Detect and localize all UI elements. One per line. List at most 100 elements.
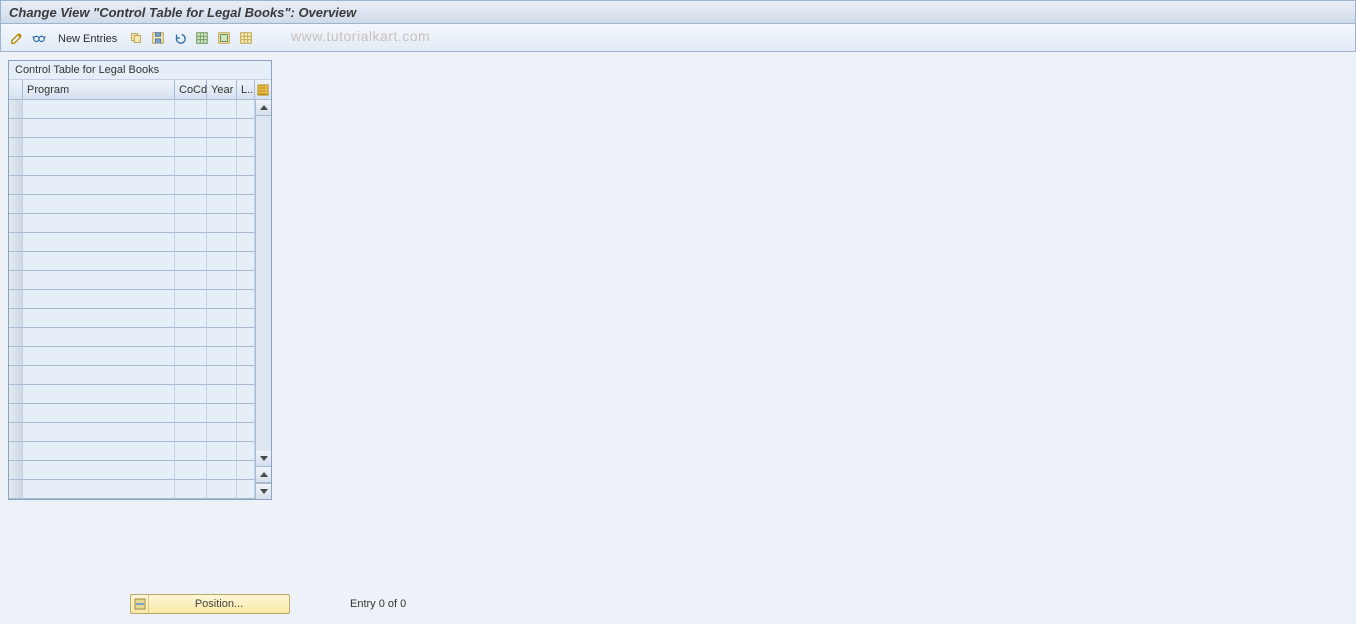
row-selector[interactable]	[9, 100, 23, 119]
cell-year[interactable]	[207, 100, 237, 119]
cell-year[interactable]	[207, 385, 237, 404]
row-selector[interactable]	[9, 423, 23, 442]
select-all-icon[interactable]	[192, 28, 212, 48]
column-header-year[interactable]: Year	[207, 80, 237, 99]
cell-l[interactable]	[237, 138, 255, 157]
cell-program[interactable]	[23, 309, 175, 328]
cell-l[interactable]	[237, 233, 255, 252]
new-entries-button[interactable]: New Entries	[51, 28, 124, 48]
cell-l[interactable]	[237, 271, 255, 290]
cell-l[interactable]	[237, 119, 255, 138]
row-selector[interactable]	[9, 252, 23, 271]
cell-program[interactable]	[23, 271, 175, 290]
cell-year[interactable]	[207, 252, 237, 271]
cell-year[interactable]	[207, 423, 237, 442]
cell-year[interactable]	[207, 138, 237, 157]
cell-l[interactable]	[237, 176, 255, 195]
cell-l[interactable]	[237, 442, 255, 461]
cell-l[interactable]	[237, 385, 255, 404]
cell-l[interactable]	[237, 100, 255, 119]
cell-cocd[interactable]	[175, 290, 207, 309]
cell-l[interactable]	[237, 347, 255, 366]
cell-program[interactable]	[23, 100, 175, 119]
cell-cocd[interactable]	[175, 233, 207, 252]
cell-l[interactable]	[237, 423, 255, 442]
cell-program[interactable]	[23, 423, 175, 442]
cell-program[interactable]	[23, 290, 175, 309]
cell-year[interactable]	[207, 442, 237, 461]
cell-cocd[interactable]	[175, 442, 207, 461]
cell-year[interactable]	[207, 461, 237, 480]
cell-year[interactable]	[207, 195, 237, 214]
cell-program[interactable]	[23, 442, 175, 461]
vertical-scrollbar[interactable]	[255, 100, 271, 499]
cell-program[interactable]	[23, 385, 175, 404]
cell-cocd[interactable]	[175, 214, 207, 233]
cell-program[interactable]	[23, 480, 175, 499]
scroll-down2-icon[interactable]	[256, 483, 271, 499]
cell-program[interactable]	[23, 404, 175, 423]
row-selector[interactable]	[9, 195, 23, 214]
cell-l[interactable]	[237, 366, 255, 385]
cell-year[interactable]	[207, 366, 237, 385]
cell-year[interactable]	[207, 157, 237, 176]
cell-program[interactable]	[23, 233, 175, 252]
row-selector[interactable]	[9, 385, 23, 404]
row-selector[interactable]	[9, 214, 23, 233]
column-header-l[interactable]: L..	[237, 80, 255, 99]
cell-cocd[interactable]	[175, 423, 207, 442]
cell-cocd[interactable]	[175, 480, 207, 499]
save-variant-icon[interactable]	[148, 28, 168, 48]
cell-l[interactable]	[237, 195, 255, 214]
cell-year[interactable]	[207, 480, 237, 499]
cell-cocd[interactable]	[175, 309, 207, 328]
row-selector[interactable]	[9, 328, 23, 347]
row-selector[interactable]	[9, 271, 23, 290]
cell-program[interactable]	[23, 252, 175, 271]
cell-l[interactable]	[237, 290, 255, 309]
cell-year[interactable]	[207, 214, 237, 233]
table-settings-icon[interactable]	[255, 80, 271, 99]
cell-l[interactable]	[237, 328, 255, 347]
cell-cocd[interactable]	[175, 100, 207, 119]
row-selector[interactable]	[9, 442, 23, 461]
cell-program[interactable]	[23, 157, 175, 176]
edit-pencil-icon[interactable]	[7, 28, 27, 48]
row-selector[interactable]	[9, 480, 23, 499]
cell-year[interactable]	[207, 347, 237, 366]
cell-program[interactable]	[23, 214, 175, 233]
cell-l[interactable]	[237, 461, 255, 480]
cell-year[interactable]	[207, 290, 237, 309]
position-button[interactable]: Position...	[130, 594, 290, 614]
scroll-down-icon[interactable]	[256, 451, 271, 467]
row-selector-header[interactable]	[9, 80, 23, 99]
undo-icon[interactable]	[170, 28, 190, 48]
cell-l[interactable]	[237, 214, 255, 233]
cell-program[interactable]	[23, 119, 175, 138]
column-header-cocd[interactable]: CoCd	[175, 80, 207, 99]
scroll-up2-icon[interactable]	[256, 467, 271, 483]
row-selector[interactable]	[9, 138, 23, 157]
row-selector[interactable]	[9, 290, 23, 309]
cell-year[interactable]	[207, 309, 237, 328]
cell-cocd[interactable]	[175, 157, 207, 176]
cell-program[interactable]	[23, 195, 175, 214]
cell-l[interactable]	[237, 157, 255, 176]
row-selector[interactable]	[9, 309, 23, 328]
row-selector[interactable]	[9, 157, 23, 176]
copy-icon[interactable]	[126, 28, 146, 48]
cell-cocd[interactable]	[175, 252, 207, 271]
cell-year[interactable]	[207, 233, 237, 252]
scroll-track[interactable]	[256, 116, 271, 451]
cell-program[interactable]	[23, 176, 175, 195]
cell-cocd[interactable]	[175, 176, 207, 195]
cell-cocd[interactable]	[175, 461, 207, 480]
cell-cocd[interactable]	[175, 138, 207, 157]
cell-program[interactable]	[23, 461, 175, 480]
cell-cocd[interactable]	[175, 119, 207, 138]
cell-l[interactable]	[237, 309, 255, 328]
cell-year[interactable]	[207, 176, 237, 195]
deselect-all-icon[interactable]	[236, 28, 256, 48]
cell-program[interactable]	[23, 328, 175, 347]
row-selector[interactable]	[9, 366, 23, 385]
